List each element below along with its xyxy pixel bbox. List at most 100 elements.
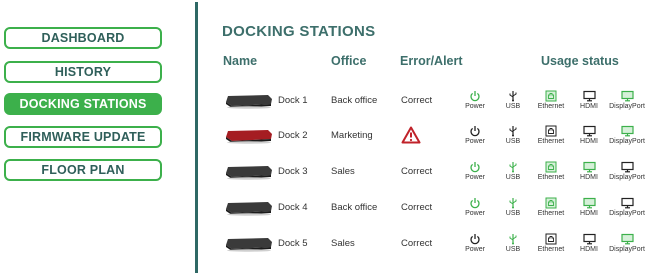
page-title: DOCKING STATIONS (222, 23, 376, 40)
status-ethernet: Ethernet (532, 125, 570, 145)
status-label: Ethernet (537, 246, 565, 253)
status-label: Power (465, 138, 485, 145)
status-usb: USB (494, 90, 532, 110)
status-label: DisplayPort (609, 103, 645, 110)
dock-name: Dock 5 (278, 238, 308, 249)
status-usb: USB (494, 197, 532, 217)
hdmi-icon (570, 90, 608, 102)
displayport-icon (608, 161, 646, 173)
status-ethernet: Ethernet (532, 197, 570, 217)
dock-error-status: Correct (401, 166, 433, 177)
nav-label: FLOOR PLAN (41, 163, 125, 177)
dock-error-status: Correct (401, 238, 433, 249)
status-label: Ethernet (537, 174, 565, 181)
ethernet-icon (532, 125, 570, 137)
status-displayport: DisplayPort (608, 125, 646, 145)
status-label: Ethernet (537, 103, 565, 110)
power-icon (456, 161, 494, 173)
status-label: USB (505, 246, 521, 253)
column-header-office: Office (331, 54, 367, 68)
status-label: Ethernet (537, 210, 565, 217)
status-label: DisplayPort (609, 138, 645, 145)
dock-error-status: Correct (401, 95, 433, 106)
column-header-usage: Usage status (541, 54, 619, 68)
usb-icon (494, 233, 532, 245)
dock-office: Sales (331, 238, 355, 249)
hdmi-icon (570, 161, 608, 173)
status-power: Power (456, 161, 494, 181)
status-power: Power (456, 90, 494, 110)
dock-name: Dock 1 (278, 95, 308, 106)
status-label: Power (465, 103, 485, 110)
dock-error-status: Correct (401, 202, 433, 213)
status-label: HDMI (580, 210, 598, 217)
nav-label: HISTORY (54, 65, 112, 79)
status-ethernet: Ethernet (532, 233, 570, 253)
nav-docking-stations[interactable]: DOCKING STATIONS (4, 93, 162, 115)
column-header-name: Name (223, 54, 258, 68)
status-label: DisplayPort (609, 210, 645, 217)
nav-floor-plan[interactable]: FLOOR PLAN (4, 159, 162, 181)
dock-name: Dock 2 (278, 130, 308, 141)
status-label: DisplayPort (609, 246, 645, 253)
ethernet-icon (532, 197, 570, 209)
displayport-icon (608, 90, 646, 102)
status-label: DisplayPort (609, 174, 645, 181)
nav-firmware-update[interactable]: FIRMWARE UPDATE (4, 126, 162, 148)
hdmi-icon (570, 197, 608, 209)
usb-icon (494, 125, 532, 137)
docking-station-image (224, 236, 274, 257)
usb-icon (494, 197, 532, 209)
nav-history[interactable]: HISTORY (4, 61, 162, 83)
nav-label: FIRMWARE UPDATE (20, 130, 146, 144)
dock-office: Marketing (331, 130, 373, 141)
status-hdmi: HDMI (570, 161, 608, 181)
usb-icon (494, 161, 532, 173)
power-icon (456, 197, 494, 209)
usb-icon (494, 90, 532, 102)
status-ethernet: Ethernet (532, 161, 570, 181)
alert-icon[interactable] (401, 126, 421, 147)
status-label: HDMI (580, 138, 598, 145)
status-hdmi: HDMI (570, 233, 608, 253)
dock-office: Back office (331, 95, 378, 106)
column-header-error: Error/Alert (400, 54, 463, 68)
dock-office: Back office (331, 202, 378, 213)
status-ethernet: Ethernet (532, 90, 570, 110)
status-label: USB (505, 103, 521, 110)
status-displayport: DisplayPort (608, 90, 646, 110)
status-label: Power (465, 174, 485, 181)
dock-office: Sales (331, 166, 355, 177)
status-hdmi: HDMI (570, 90, 608, 110)
displayport-icon (608, 197, 646, 209)
power-icon (456, 125, 494, 137)
ethernet-icon (532, 161, 570, 173)
hdmi-icon (570, 125, 608, 137)
status-displayport: DisplayPort (608, 161, 646, 181)
status-power: Power (456, 233, 494, 253)
status-label: HDMI (580, 174, 598, 181)
status-hdmi: HDMI (570, 125, 608, 145)
docking-station-image (224, 164, 274, 185)
status-displayport: DisplayPort (608, 197, 646, 217)
status-hdmi: HDMI (570, 197, 608, 217)
docking-station-image (224, 200, 274, 221)
docking-station-image (224, 93, 274, 114)
displayport-icon (608, 125, 646, 137)
status-usb: USB (494, 233, 532, 253)
status-usb: USB (494, 161, 532, 181)
status-displayport: DisplayPort (608, 233, 646, 253)
status-power: Power (456, 125, 494, 145)
nav-dashboard[interactable]: DASHBOARD (4, 27, 162, 49)
status-power: Power (456, 197, 494, 217)
ethernet-icon (532, 90, 570, 102)
ethernet-icon (532, 233, 570, 245)
dock-name: Dock 3 (278, 166, 308, 177)
nav-label: DOCKING STATIONS (19, 97, 147, 111)
status-usb: USB (494, 125, 532, 145)
power-icon (456, 90, 494, 102)
displayport-icon (608, 233, 646, 245)
hdmi-icon (570, 233, 608, 245)
nav-label: DASHBOARD (41, 31, 125, 45)
status-label: USB (505, 138, 521, 145)
